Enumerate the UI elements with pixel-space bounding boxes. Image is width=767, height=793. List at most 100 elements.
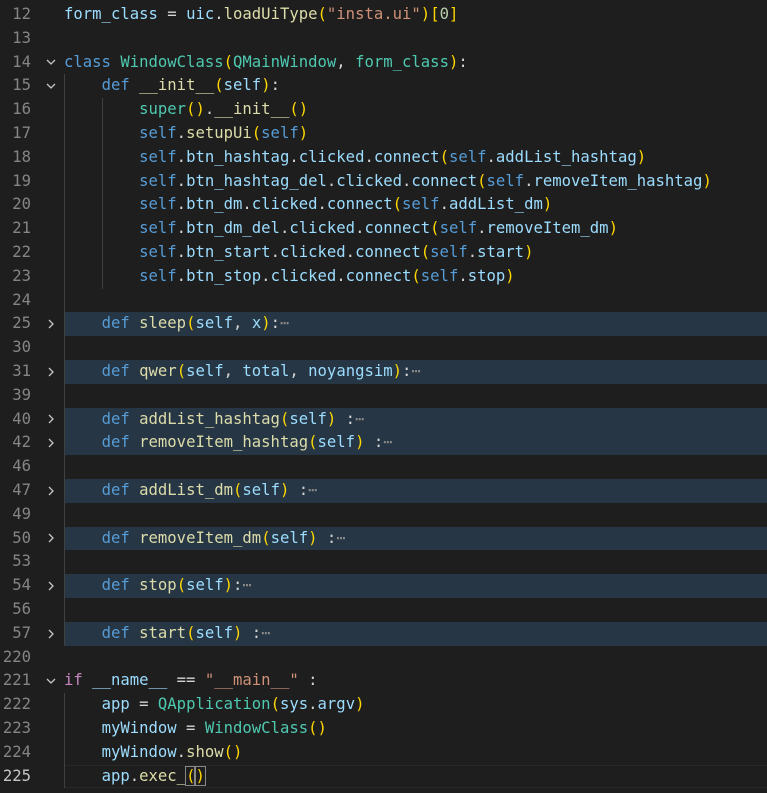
code-line-folded[interactable]: 54 def stop(self):⋯ [0, 574, 767, 598]
code-line[interactable]: 21 self.btn_dm_del.clicked.connect(self.… [0, 217, 767, 241]
chevron-right-icon[interactable] [40, 527, 62, 551]
code-line[interactable]: 223 myWindow = WindowClass() [0, 717, 767, 741]
chevron-right-icon[interactable] [40, 574, 62, 598]
line-number: 40 [12, 409, 31, 428]
line-number: 220 [2, 647, 31, 666]
code-line[interactable]: 46 [0, 455, 767, 479]
folded-ellipsis-icon[interactable]: ⋯ [336, 529, 345, 547]
code-line[interactable]: 13 [0, 27, 767, 51]
code-line[interactable]: 222 app = QApplication(sys.argv) [0, 693, 767, 717]
code-text[interactable]: self.btn_dm_del.clicked.connect(self.rem… [64, 217, 767, 241]
code-text[interactable]: def sleep(self, x):⋯ [64, 312, 767, 337]
line-number: 221 [2, 671, 31, 690]
folded-ellipsis-icon[interactable]: ⋯ [242, 576, 251, 594]
code-line[interactable]: 17 self.setupUi(self) [0, 122, 767, 146]
line-number: 21 [12, 219, 31, 238]
code-text[interactable]: def qwer(self, total, noyangsim):⋯ [64, 360, 767, 384]
code-text[interactable]: self.btn_stop.clicked.connect(self.stop) [64, 265, 767, 289]
code-line[interactable]: 220 [0, 646, 767, 670]
code-text[interactable]: self.btn_hashtag.clicked.connect(self.ad… [64, 146, 767, 170]
code-line-folded[interactable]: 40 def addList_hashtag(self) :⋯ [0, 407, 767, 432]
code-line-folded[interactable]: 42 def removeItem_hashtag(self) :⋯ [0, 431, 767, 456]
line-number: 49 [12, 504, 31, 523]
chevron-right-icon[interactable] [40, 479, 62, 503]
indent-guide [64, 407, 65, 432]
code-text[interactable]: def start(self) :⋯ [64, 621, 767, 646]
code-line-current[interactable]: 225 app.exec_() [0, 764, 767, 789]
code-text[interactable]: self.btn_hashtag_del.clicked.connect(sel… [64, 170, 767, 194]
code-text[interactable]: myWindow.show() [64, 741, 767, 765]
code-text[interactable]: super().__init__() [64, 98, 767, 122]
line-number: 25 [12, 314, 31, 333]
code-text[interactable]: def removeItem_dm(self) :⋯ [64, 526, 767, 551]
chevron-down-icon[interactable] [40, 669, 62, 693]
folded-ellipsis-icon[interactable]: ⋯ [261, 624, 270, 642]
line-number: 42 [12, 433, 31, 452]
code-line-folded[interactable]: 57 def start(self) :⋯ [0, 621, 767, 646]
line-number: 56 [12, 600, 31, 618]
chevron-right-icon[interactable] [40, 431, 62, 455]
code-line[interactable]: 53 [0, 550, 767, 575]
indent-guide [64, 550, 65, 575]
code-line[interactable]: 20 self.btn_dm.clicked.connect(self.addL… [0, 193, 767, 218]
code-text[interactable]: def removeItem_hashtag(self) :⋯ [64, 431, 767, 456]
code-line[interactable]: 18 self.btn_hashtag.clicked.connect(self… [0, 145, 767, 170]
code-line[interactable]: 12 form_class = uic.loadUiType("insta.ui… [0, 3, 767, 27]
line-number: 17 [12, 124, 31, 142]
code-line[interactable]: 16 super().__init__() [0, 98, 767, 122]
code-line[interactable]: 56 [0, 598, 767, 622]
code-text[interactable]: myWindow = WindowClass() [64, 717, 767, 741]
code-line-folded[interactable]: 31 def qwer(self, total, noyangsim):⋯ [0, 360, 767, 384]
code-line[interactable]: 15 def __init__(self): [0, 74, 767, 99]
code-line[interactable]: 49 [0, 502, 767, 527]
code-line[interactable]: 19 self.btn_hashtag_del.clicked.connect(… [0, 169, 767, 194]
line-number: 14 [12, 52, 31, 71]
code-text[interactable]: def addList_hashtag(self) :⋯ [64, 407, 767, 432]
code-line[interactable]: 39 [0, 383, 767, 408]
code-text[interactable]: def __init__(self): [64, 74, 767, 98]
chevron-right-icon[interactable] [40, 408, 62, 432]
line-number: 16 [12, 100, 31, 119]
chevron-right-icon[interactable] [40, 360, 62, 384]
chevron-down-icon[interactable] [40, 74, 62, 98]
code-text[interactable]: form_class = uic.loadUiType("insta.ui")[… [64, 3, 767, 27]
code-text[interactable]: self.btn_dm.clicked.connect(self.addList… [64, 193, 767, 217]
folded-ellipsis-icon[interactable]: ⋯ [411, 362, 420, 380]
code-line[interactable]: 14 class WindowClass(QMainWindow, form_c… [0, 51, 767, 75]
line-number: 24 [12, 290, 31, 309]
line-number: 23 [12, 266, 31, 285]
code-text[interactable]: if __name__ == "__main__" : [64, 669, 767, 693]
code-line[interactable]: 24 [0, 288, 767, 313]
code-line[interactable]: 22 self.btn_start.clicked.connect(self.s… [0, 241, 767, 265]
indent-guide [64, 502, 65, 527]
code-text[interactable]: def stop(self):⋯ [64, 574, 767, 598]
folded-ellipsis-icon[interactable]: ⋯ [355, 410, 364, 428]
code-line[interactable]: 23 self.btn_stop.clicked.connect(self.st… [0, 264, 767, 289]
code-editor[interactable]: 12 form_class = uic.loadUiType("insta.ui… [0, 0, 767, 793]
code-text[interactable]: self.btn_start.clicked.connect(self.star… [64, 241, 767, 265]
line-number: 18 [12, 147, 31, 166]
code-line-folded[interactable]: 25 def sleep(self, x):⋯ [0, 312, 767, 337]
chevron-right-icon[interactable] [40, 312, 62, 336]
code-text[interactable]: app.exec_() [64, 765, 767, 789]
code-line[interactable]: 30 [0, 336, 767, 360]
chevron-right-icon[interactable] [40, 622, 62, 646]
code-text[interactable]: def addList_dm(self) :⋯ [64, 479, 767, 503]
code-text[interactable]: self.setupUi(self) [64, 122, 767, 146]
folded-ellipsis-icon[interactable]: ⋯ [308, 481, 317, 499]
indent-guide [64, 288, 65, 313]
code-line[interactable]: 224 myWindow.show() [0, 740, 767, 765]
indent-guide [64, 312, 65, 337]
code-line[interactable]: 221 if __name__ == "__main__" : [0, 669, 767, 693]
code-line-folded[interactable]: 47 def addList_dm(self) :⋯ [0, 479, 767, 503]
line-number: 50 [12, 528, 31, 547]
folded-ellipsis-icon[interactable]: ⋯ [280, 314, 289, 332]
folded-ellipsis-icon[interactable]: ⋯ [383, 433, 392, 451]
line-number: 225 [2, 766, 31, 785]
code-text[interactable]: class WindowClass(QMainWindow, form_clas… [64, 51, 767, 75]
chevron-down-icon[interactable] [40, 51, 62, 75]
code-line-folded[interactable]: 50 def removeItem_dm(self) :⋯ [0, 526, 767, 551]
line-number: 13 [12, 28, 31, 47]
code-text[interactable]: app = QApplication(sys.argv) [64, 693, 767, 717]
line-number: 46 [12, 457, 31, 476]
